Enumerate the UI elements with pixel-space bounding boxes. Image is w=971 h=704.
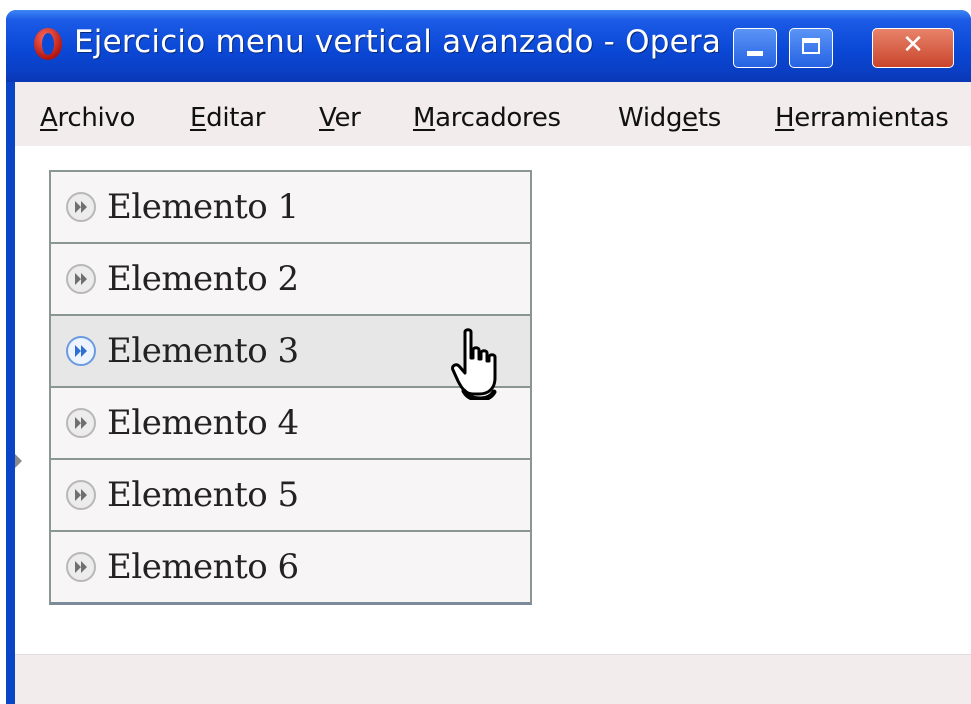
maximize-button[interactable] (789, 28, 833, 68)
menu-bar: Archivo Editar Ver Marcadores Widgets He… (15, 82, 971, 146)
maximize-icon (802, 38, 820, 54)
menu-editar-accel: E (190, 103, 207, 133)
menu-item-label: Elemento 6 (107, 547, 299, 587)
minimize-icon (747, 51, 763, 56)
close-button[interactable]: ✕ (872, 28, 954, 68)
menu-item-elemento-2[interactable]: Elemento 2 (51, 242, 530, 314)
menu-item-label: Elemento 1 (107, 187, 299, 227)
menu-herramientas[interactable]: Herramientas (775, 103, 949, 133)
menu-editar-rest: ditar (206, 103, 266, 133)
forward-arrows-icon (66, 264, 96, 294)
title-bar[interactable]: Ejercicio menu vertical avanzado - Opera… (6, 10, 971, 82)
menu-marcadores[interactable]: Marcadores (413, 103, 561, 133)
menu-ver-rest: er (334, 103, 361, 133)
menu-ver-accel: V (319, 103, 335, 133)
forward-arrows-icon (66, 336, 96, 366)
window-title: Ejercicio menu vertical avanzado - Opera (74, 24, 722, 60)
menu-item-elemento-1[interactable]: Elemento 1 (51, 172, 530, 242)
forward-arrows-icon (66, 552, 96, 582)
forward-arrows-icon (66, 480, 96, 510)
menu-item-label: Elemento 3 (107, 331, 299, 371)
menu-item-label: Elemento 5 (107, 475, 299, 515)
menu-item-elemento-6[interactable]: Elemento 6 (51, 530, 530, 602)
menu-ver[interactable]: Ver (319, 103, 361, 133)
menu-archivo-rest: rchivo (57, 103, 136, 133)
menu-item-label: Elemento 4 (107, 403, 299, 443)
menu-archivo[interactable]: Archivo (40, 103, 135, 133)
menu-widgets-accel: e (682, 103, 698, 133)
menu-herramientas-rest: erramientas (794, 103, 949, 133)
minimize-button[interactable] (733, 28, 777, 68)
side-panel-toggle-icon[interactable] (15, 454, 22, 468)
menu-widgets-pre: Widg (618, 103, 683, 133)
forward-arrows-icon (66, 192, 96, 222)
menu-marcadores-rest: arcadores (435, 103, 561, 133)
menu-widgets[interactable]: Widgets (618, 103, 721, 133)
menu-archivo-accel: A (40, 103, 58, 133)
menu-marcadores-accel: M (413, 103, 436, 133)
opera-logo-icon (34, 28, 62, 60)
forward-arrows-icon (66, 408, 96, 438)
close-icon: ✕ (902, 30, 924, 60)
menu-herramientas-accel: H (775, 103, 795, 133)
hand-pointer-icon (451, 328, 497, 400)
menu-editar[interactable]: Editar (190, 103, 265, 133)
menu-item-elemento-5[interactable]: Elemento 5 (51, 458, 530, 530)
page-content: Elemento 1 Elemento 2 Elemento 3 Element… (15, 146, 971, 654)
menu-widgets-rest: ts (697, 103, 722, 133)
menu-item-label: Elemento 2 (107, 259, 299, 299)
status-bar (15, 654, 971, 704)
